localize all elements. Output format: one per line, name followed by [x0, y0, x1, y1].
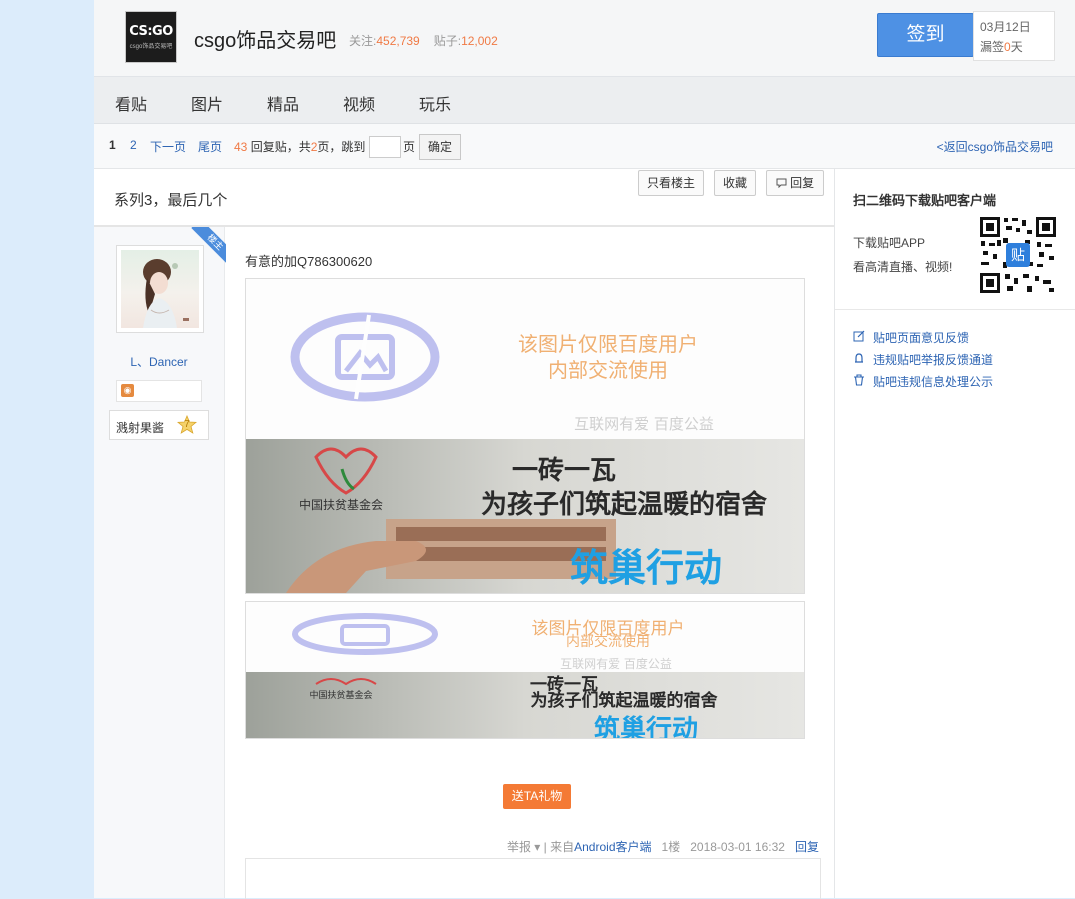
- trash-icon: [854, 374, 864, 386]
- favorite-button[interactable]: 收藏: [714, 170, 756, 196]
- posts-label: 贴子:: [433, 34, 462, 48]
- post-image-1[interactable]: 该图片仅限百度用户 内部交流使用 互联网有爱 百度公益 中国扶贫基金会 一砖一瓦…: [245, 278, 805, 594]
- level-star-icon: 7: [177, 415, 197, 434]
- pager-bar: 1 2 下一页 尾页 43 回复贴，共2页，跳到 页 确定 <返回csgo饰品交…: [94, 124, 1075, 169]
- report-link[interactable]: 举报: [507, 840, 531, 854]
- page-unit: 页: [403, 140, 416, 154]
- follow-count: 452,739: [376, 34, 420, 48]
- feedback-label-3: 贴吧违规信息处理公示: [873, 375, 994, 389]
- feedback-link-2[interactable]: 违规贴吧举报反馈通道: [853, 351, 993, 368]
- reply-button-label: 回复: [790, 176, 815, 190]
- banner-line-3-b: 筑巢行动: [594, 714, 698, 738]
- forum-header: CS:GO csgo饰品交易吧 csgo饰品交易吧 关注:452,739 贴子:1…: [94, 0, 1075, 77]
- logo-text: CS:GO: [129, 24, 173, 39]
- tab-featured[interactable]: 精品: [267, 91, 299, 115]
- reply-button[interactable]: 回复: [766, 170, 824, 196]
- post-image-2[interactable]: 该图片仅限百度用户 内部交流使用 互联网有爱 百度公益 中国扶贫基金会 一砖一瓦…: [245, 601, 805, 739]
- banner-line-1: 一砖一瓦: [512, 456, 616, 486]
- forum-logo[interactable]: CS:GO csgo饰品交易吧: [125, 11, 177, 63]
- image-notice-2: 内部交流使用: [548, 358, 668, 382]
- post-text: 有意的加Q786300620: [245, 254, 373, 269]
- member-badge[interactable]: ◉: [116, 380, 202, 402]
- image-notice-2-b: 内部交流使用: [566, 633, 650, 650]
- source-prefix: | 来自: [543, 840, 575, 854]
- post-reply-link[interactable]: 回复: [795, 840, 819, 854]
- page: CS:GO csgo饰品交易吧 csgo饰品交易吧 关注:452,739 贴子:1…: [94, 0, 1075, 899]
- sidebar-title: 扫二维码下载贴吧客户端: [853, 193, 997, 208]
- tab-images[interactable]: 图片: [191, 91, 223, 115]
- signin-info: 03月12日 漏签0天: [973, 11, 1055, 61]
- feedback-link-1[interactable]: 贴吧页面意见反馈: [853, 329, 969, 346]
- image-footer: 互联网有爱 百度公益: [574, 415, 714, 433]
- jump-confirm-button[interactable]: 确定: [419, 134, 461, 160]
- missed-days: 漏签0天: [980, 40, 1023, 54]
- tieba-app-icon: 贴: [1011, 247, 1025, 263]
- author-name[interactable]: L、Dancer: [94, 353, 224, 370]
- forum-stats: 关注:452,739 贴子:12,002: [349, 32, 512, 49]
- level-badge[interactable]: 溅射果酱 7: [109, 410, 209, 440]
- comment-icon: [776, 176, 790, 190]
- avatar-image: [121, 250, 199, 328]
- sidebar-line-2: 看高清直播、视频!: [853, 260, 953, 274]
- level-number: 7: [184, 419, 190, 430]
- op-tag: 楼主: [190, 227, 226, 263]
- author-column: 楼主 L、Dancer ◉ 溅射果酱 7: [94, 227, 226, 898]
- banner-line-2-b: 为孩子们筑起温暖的宿舍: [531, 690, 718, 711]
- follow-label: 关注:: [349, 34, 377, 48]
- image-footer-b: 互联网有爱 百度公益: [560, 656, 672, 671]
- jump-page-input[interactable]: [369, 136, 401, 158]
- forum-name[interactable]: csgo饰品交易吧: [194, 24, 336, 53]
- banner-line-3: 筑巢行动: [570, 546, 722, 590]
- sidebar-divider: [835, 309, 1075, 310]
- tab-video[interactable]: 视频: [343, 91, 375, 115]
- posts-count: 12,002: [461, 34, 498, 48]
- source-link[interactable]: Android客户端: [574, 840, 651, 854]
- post-time: 2018-03-01 16:32: [690, 840, 785, 854]
- feedback-label-1: 贴吧页面意见反馈: [873, 331, 970, 345]
- foundation-name-b: 中国扶贫基金会: [309, 689, 372, 701]
- last-page-link[interactable]: 尾页: [198, 138, 222, 155]
- sidebar-line-1: 下载贴吧APP: [853, 236, 926, 250]
- signin-button[interactable]: 签到: [877, 13, 974, 57]
- send-gift-button[interactable]: 送TA礼物: [503, 784, 571, 809]
- right-sidebar: 扫二维码下载贴吧客户端 下载贴吧APP 看高清直播、视频! 贴 贴吧页面意见反馈…: [834, 169, 1075, 898]
- report-icon: [855, 353, 863, 363]
- page-2-link[interactable]: 2: [130, 138, 137, 152]
- back-to-forum-link[interactable]: <返回csgo饰品交易吧: [937, 138, 1053, 155]
- forum-nav: 看贴 图片 精品 视频 玩乐: [94, 77, 1075, 124]
- floor-number: 1楼: [661, 840, 681, 854]
- banner-line-2: 为孩子们筑起温暖的宿舍: [481, 489, 767, 520]
- tab-fun[interactable]: 玩乐: [419, 91, 451, 115]
- qr-code[interactable]: 贴: [979, 216, 1057, 294]
- image-notice-1: 该图片仅限百度用户: [518, 332, 698, 356]
- signin-date: 03月12日: [980, 20, 1031, 34]
- op-tag-label: 楼主: [191, 227, 226, 263]
- only-op-button[interactable]: 只看楼主: [638, 170, 704, 196]
- reply-box[interactable]: [245, 858, 821, 899]
- edit-icon: [853, 330, 865, 342]
- page-current: 1: [109, 138, 116, 152]
- next-page-link[interactable]: 下一页: [150, 138, 186, 155]
- feedback-label-2: 违规贴吧举报反馈通道: [873, 353, 994, 367]
- foundation-name: 中国扶贫基金会: [299, 497, 383, 512]
- chevron-down-icon[interactable]: ▾: [534, 840, 540, 854]
- badge-icon: ◉: [121, 384, 134, 397]
- badge-name: 溅射果酱: [116, 421, 165, 435]
- feedback-link-3[interactable]: 贴吧违规信息处理公示: [853, 373, 993, 390]
- tab-posts[interactable]: 看贴: [115, 91, 147, 115]
- thread-title: 系列3，最后几个: [114, 192, 228, 209]
- thread-title-bar: 系列3，最后几个 只看楼主 收藏 回复: [94, 169, 834, 227]
- post-meta: 举报 ▾ | 来自Android客户端 1楼 2018-03-01 16:32 …: [507, 838, 819, 855]
- logo-subtext: csgo饰品交易吧: [129, 44, 173, 50]
- reply-summary: 43 回复贴，共2页，跳到: [234, 140, 366, 154]
